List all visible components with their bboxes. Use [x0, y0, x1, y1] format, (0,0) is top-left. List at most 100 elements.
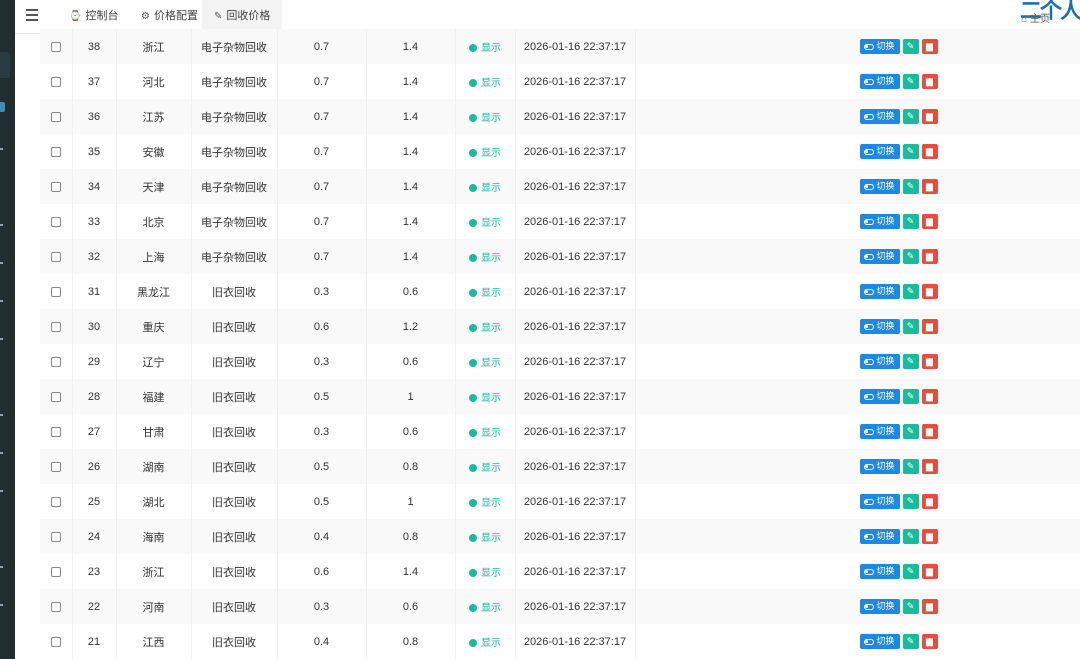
delete-button[interactable]: ▆: [921, 214, 938, 229]
toggle-label: 切换: [876, 636, 895, 646]
status-label: 显示: [481, 638, 501, 649]
row-checkbox[interactable]: [50, 426, 61, 437]
row-checkbox[interactable]: [50, 496, 61, 507]
toggle-button[interactable]: 切换: [859, 214, 900, 229]
row-checkbox[interactable]: [50, 356, 61, 367]
toggle-button[interactable]: 切换: [859, 634, 900, 649]
toggle-button[interactable]: 切换: [859, 39, 900, 54]
toggle-button[interactable]: 切换: [859, 389, 900, 404]
toggle-button[interactable]: 切换: [859, 179, 900, 194]
delete-button[interactable]: ▆: [921, 424, 938, 439]
delete-button[interactable]: ▆: [921, 249, 938, 264]
toggle-button[interactable]: 切换: [859, 74, 900, 89]
edit-button[interactable]: ✎: [902, 389, 919, 404]
sidebar-arrow-icon[interactable]: [0, 338, 3, 340]
edit-button[interactable]: ✎: [902, 74, 919, 89]
row-checkbox[interactable]: [50, 461, 61, 472]
toggle-button[interactable]: 切换: [859, 144, 900, 159]
delete-button[interactable]: ▆: [921, 494, 938, 509]
edit-button[interactable]: ✎: [902, 39, 919, 54]
sidebar-arrow-icon[interactable]: [0, 262, 3, 264]
delete-button[interactable]: ▆: [921, 144, 938, 159]
delete-button[interactable]: ▆: [921, 179, 938, 194]
sidebar-arrow-icon[interactable]: [0, 566, 3, 568]
edit-button[interactable]: ✎: [902, 529, 919, 544]
delete-button[interactable]: ▆: [921, 634, 938, 649]
edit-button[interactable]: ✎: [902, 109, 919, 124]
row-checkbox[interactable]: [50, 76, 61, 87]
status-label: 显示: [481, 428, 501, 439]
row-checkbox[interactable]: [50, 636, 61, 647]
sidebar-arrow-icon[interactable]: [0, 604, 3, 606]
edit-button[interactable]: ✎: [902, 599, 919, 614]
time-cell: 2026-01-16 22:37:17: [515, 309, 636, 344]
row-checkbox[interactable]: [50, 566, 61, 577]
edit-button[interactable]: ✎: [902, 284, 919, 299]
row-checkbox[interactable]: [50, 286, 61, 297]
delete-button[interactable]: ▆: [921, 109, 938, 124]
delete-button[interactable]: ▆: [921, 74, 938, 89]
operations-cell: 切换 ✎ ▆: [635, 204, 1080, 239]
edit-button[interactable]: ✎: [902, 144, 919, 159]
toggle-button[interactable]: 切换: [859, 599, 900, 614]
row-checkbox[interactable]: [50, 321, 61, 332]
sidebar-active-item[interactable]: [0, 52, 10, 78]
delete-button[interactable]: ▆: [921, 354, 938, 369]
edit-button[interactable]: ✎: [902, 564, 919, 579]
edit-button[interactable]: ✎: [902, 179, 919, 194]
category-cell: 旧衣回收: [191, 414, 278, 449]
row-checkbox[interactable]: [50, 391, 61, 402]
delete-button[interactable]: ▆: [921, 39, 938, 54]
edit-button[interactable]: ✎: [902, 424, 919, 439]
row-checkbox[interactable]: [50, 111, 61, 122]
row-id: 29: [72, 344, 117, 379]
row-checkbox[interactable]: [50, 181, 61, 192]
toggle-button[interactable]: 切换: [859, 354, 900, 369]
delete-button[interactable]: ▆: [921, 389, 938, 404]
row-checkbox-cell: [40, 344, 73, 379]
delete-button[interactable]: ▆: [921, 319, 938, 334]
toggle-button[interactable]: 切换: [859, 284, 900, 299]
toggle-button[interactable]: 切换: [859, 109, 900, 124]
sidebar-arrow-icon[interactable]: [0, 148, 3, 150]
toggle-button[interactable]: 切换: [859, 424, 900, 439]
row-checkbox[interactable]: [50, 41, 61, 52]
sidebar-arrow-icon[interactable]: [0, 414, 3, 416]
row-checkbox[interactable]: [50, 251, 61, 262]
toggle-button[interactable]: 切换: [859, 494, 900, 509]
delete-button[interactable]: ▆: [921, 529, 938, 544]
row-checkbox[interactable]: [50, 146, 61, 157]
price-b-cell: 1: [366, 379, 456, 414]
edit-button[interactable]: ✎: [902, 634, 919, 649]
toggle-button[interactable]: 切换: [859, 459, 900, 474]
menu-toggle-icon[interactable]: [26, 9, 38, 23]
edit-button[interactable]: ✎: [902, 249, 919, 264]
toggle-button[interactable]: 切换: [859, 529, 900, 544]
time-cell: 2026-01-16 22:37:17: [515, 239, 636, 274]
area-cell: 重庆: [116, 309, 192, 344]
time-cell: 2026-01-16 22:37:17: [515, 519, 636, 554]
sidebar-arrow-icon[interactable]: [0, 300, 3, 302]
delete-button[interactable]: ▆: [921, 284, 938, 299]
category-cell: 旧衣回收: [191, 589, 278, 624]
toggle-button[interactable]: 切换: [859, 249, 900, 264]
delete-button[interactable]: ▆: [921, 459, 938, 474]
delete-button[interactable]: ▆: [921, 599, 938, 614]
row-checkbox[interactable]: [50, 601, 61, 612]
status-label: 显示: [481, 148, 501, 159]
edit-button[interactable]: ✎: [902, 354, 919, 369]
toggle-button[interactable]: 切换: [859, 319, 900, 334]
status-cell: 显示: [455, 274, 516, 309]
row-checkbox[interactable]: [50, 216, 61, 227]
sidebar-arrow-icon[interactable]: [0, 490, 3, 492]
sidebar-arrow-icon[interactable]: [0, 452, 3, 454]
toggle-button[interactable]: 切换: [859, 564, 900, 579]
delete-button[interactable]: ▆: [921, 564, 938, 579]
edit-button[interactable]: ✎: [902, 494, 919, 509]
row-checkbox[interactable]: [50, 531, 61, 542]
edit-button[interactable]: ✎: [902, 214, 919, 229]
edit-button[interactable]: ✎: [902, 319, 919, 334]
operations-cell: 切换 ✎ ▆: [635, 624, 1080, 659]
edit-button[interactable]: ✎: [902, 459, 919, 474]
sidebar-arrow-icon[interactable]: [0, 224, 3, 226]
